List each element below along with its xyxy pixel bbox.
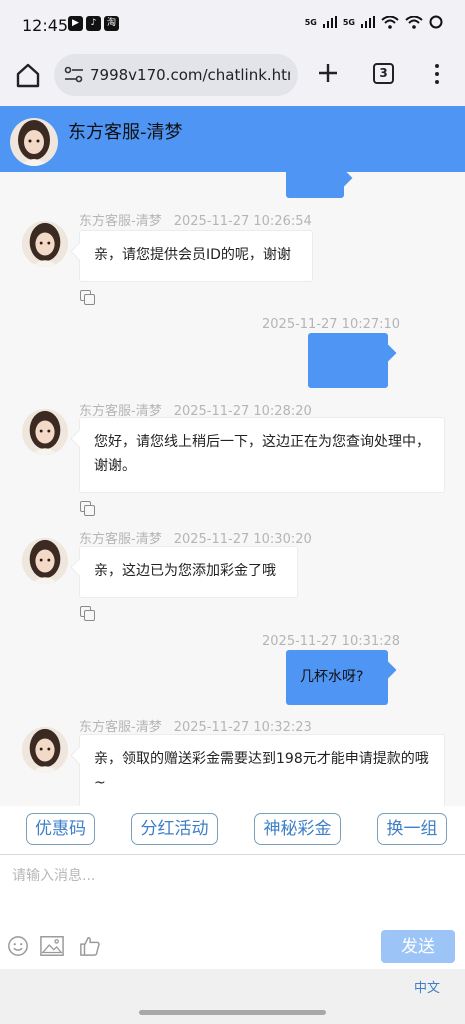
- tiktok-icon: ♪: [86, 16, 101, 31]
- emoji-icon[interactable]: [6, 935, 30, 957]
- browser-toolbar: 7998v170.com/chatlink.html?ui 3: [0, 48, 465, 106]
- agent-avatar: [22, 409, 68, 455]
- copy-icon[interactable]: [80, 606, 96, 622]
- message-input[interactable]: [0, 855, 465, 927]
- chat-title: 东方客服-清梦: [68, 122, 183, 143]
- quick-reply-bar: 优惠码 分红活动 神秘彩金 换一组: [0, 806, 465, 854]
- thumbs-up-icon[interactable]: [78, 935, 102, 957]
- home-icon[interactable]: [14, 61, 42, 89]
- status-bar: 12:45 ▶ ♪ 淘 5G 5G: [0, 0, 465, 48]
- status-time: 12:45: [22, 16, 69, 35]
- battery-icon: [429, 15, 443, 29]
- message-time: 2025-11-27 10:26:54: [173, 214, 312, 229]
- message-time: 2025-11-27 10:31:28: [262, 634, 401, 649]
- copy-icon[interactable]: [80, 501, 96, 517]
- send-button[interactable]: 发送: [381, 930, 455, 963]
- avatar-portrait-icon: [10, 118, 58, 166]
- taobao-icon: 淘: [104, 16, 119, 31]
- composer: 发送: [0, 854, 465, 969]
- agent-avatar: [10, 118, 58, 166]
- message-list[interactable]: 东方客服-清梦 2025-11-27 10:26:54 亲，请您提供会员ID的呢，…: [0, 172, 465, 806]
- message-meta: 2025-11-27 10:31:28: [262, 634, 400, 649]
- sender-name: 东方客服-清梦: [79, 214, 162, 229]
- language-switch[interactable]: 中文: [414, 977, 440, 996]
- app-notification-icon: ▶: [68, 16, 83, 31]
- message-meta: 东方客服-清梦 2025-11-27 10:32:23: [79, 716, 312, 735]
- signal-icon-2: 5G: [342, 17, 355, 27]
- wifi-icon-2: [405, 15, 423, 29]
- outgoing-bubble-partial: [286, 172, 344, 198]
- sender-name: 东方客服-清梦: [79, 720, 162, 735]
- wifi-icon: [381, 15, 399, 29]
- site-settings-icon[interactable]: [64, 66, 84, 84]
- quick-button-refresh[interactable]: 换一组: [377, 813, 447, 845]
- incoming-message: 亲，领取的赠送彩金需要达到198元才能申请提款的哦~: [79, 734, 445, 806]
- image-icon[interactable]: [40, 935, 64, 957]
- message-time: 2025-11-27 10:32:23: [173, 720, 312, 735]
- outgoing-message: [308, 333, 388, 388]
- avatar-portrait-icon: [22, 727, 68, 773]
- agent-avatar: [22, 727, 68, 773]
- agent-avatar: [22, 538, 68, 584]
- chat-header: 东方客服-清梦: [0, 106, 465, 172]
- quick-button-dividend[interactable]: 分红活动: [131, 813, 218, 845]
- message-time: 2025-11-27 10:30:20: [173, 532, 312, 547]
- more-menu-icon[interactable]: [432, 62, 442, 86]
- avatar-portrait-icon: [22, 221, 68, 267]
- message-time: 2025-11-27 10:27:10: [262, 317, 401, 332]
- status-indicators: 5G 5G: [305, 15, 443, 29]
- copy-icon[interactable]: [80, 290, 96, 306]
- url-text: 7998v170.com/chatlink.html?ui: [90, 66, 290, 84]
- outgoing-message: 几杯水呀?: [286, 650, 388, 705]
- agent-avatar: [22, 221, 68, 267]
- quick-button-promo-code[interactable]: 优惠码: [26, 813, 95, 845]
- message-meta: 2025-11-27 10:27:10: [262, 317, 400, 332]
- message-meta: 东方客服-清梦 2025-11-27 10:26:54: [79, 210, 312, 229]
- message-meta: 东方客服-清梦 2025-11-27 10:30:20: [79, 528, 312, 547]
- quick-button-mystery-bonus[interactable]: 神秘彩金: [254, 813, 341, 845]
- avatar-portrait-icon: [22, 538, 68, 584]
- address-bar[interactable]: 7998v170.com/chatlink.html?ui: [54, 54, 298, 96]
- incoming-message: 亲，请您提供会员ID的呢，谢谢: [79, 230, 313, 282]
- gesture-nav-handle[interactable]: [139, 1010, 326, 1015]
- status-app-icons: ▶ ♪ 淘: [68, 16, 119, 31]
- signal-icon: 5G: [304, 17, 317, 27]
- signal-bars-icon-2: [361, 16, 375, 28]
- incoming-message: 亲，这边已为您添加彩金了哦: [79, 546, 298, 598]
- avatar-portrait-icon: [22, 409, 68, 455]
- tab-switcher-button[interactable]: 3: [373, 63, 394, 84]
- signal-bars-icon: [322, 16, 337, 28]
- footer: 中文: [0, 969, 465, 1024]
- sender-name: 东方客服-清梦: [79, 532, 162, 547]
- incoming-message: 您好，请您线上稍后一下，这边正在为您查询处理中，谢谢。: [79, 417, 445, 493]
- new-tab-icon[interactable]: [316, 61, 340, 85]
